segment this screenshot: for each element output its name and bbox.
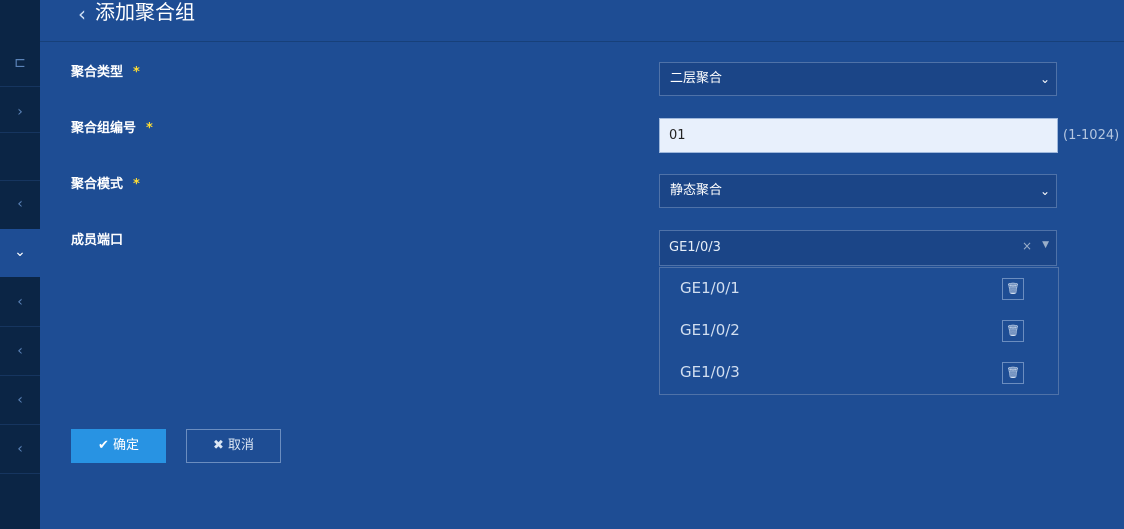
trash-icon[interactable]: 🗑 bbox=[1002, 320, 1024, 342]
members-label: 成员端口 bbox=[71, 233, 124, 248]
trash-icon[interactable]: 🗑 bbox=[1002, 362, 1024, 384]
sidebar: ⊏ › ‹ ⌄ ‹ ‹ ‹ ‹ bbox=[0, 0, 40, 529]
required-star: * bbox=[133, 65, 140, 80]
caret-down-icon[interactable]: ▼ bbox=[1042, 240, 1049, 250]
sidebar-divider bbox=[0, 180, 40, 181]
sidebar-divider bbox=[0, 86, 40, 87]
agg-type-select[interactable]: 二层聚合 ⌄ bbox=[659, 62, 1057, 96]
list-item[interactable]: GE1/0/1 bbox=[680, 279, 740, 297]
group-id-label: 聚合组编号 * bbox=[71, 121, 153, 136]
list-item[interactable]: GE1/0/3 bbox=[680, 363, 740, 381]
sidebar-divider bbox=[0, 132, 40, 133]
chevron-down-icon: ⌄ bbox=[1039, 72, 1050, 86]
required-star: * bbox=[133, 177, 140, 192]
chevron-left-icon[interactable]: ‹ bbox=[78, 2, 86, 26]
grid-icon[interactable]: ⊏ bbox=[0, 55, 40, 71]
page-header: ‹ 添加聚合组 bbox=[40, 0, 1124, 42]
sidebar-item-collapsed[interactable]: ‹ bbox=[0, 294, 40, 310]
member-ports-value: GE1/0/3 bbox=[669, 240, 721, 255]
chevron-right-icon[interactable]: › bbox=[0, 104, 40, 120]
group-id-range-hint: (1-1024) bbox=[1063, 128, 1120, 143]
sidebar-item-collapsed[interactable]: ‹ bbox=[0, 392, 40, 408]
agg-mode-value: 静态聚合 bbox=[670, 183, 723, 198]
clear-icon[interactable]: × bbox=[1022, 239, 1032, 253]
agg-mode-select[interactable]: 静态聚合 ⌄ bbox=[659, 174, 1057, 208]
sidebar-item-collapsed[interactable]: ‹ bbox=[0, 441, 40, 457]
close-icon: ✖ bbox=[213, 438, 224, 453]
sidebar-divider bbox=[0, 375, 40, 376]
sidebar-divider bbox=[0, 326, 40, 327]
chevron-down-icon: ⌄ bbox=[1039, 184, 1050, 198]
sidebar-item-collapsed[interactable]: ‹ bbox=[0, 196, 40, 212]
member-ports-list: GE1/0/1 🗑 GE1/0/2 🗑 GE1/0/3 🗑 bbox=[659, 267, 1059, 395]
sidebar-item-collapsed[interactable]: ‹ bbox=[0, 343, 40, 359]
check-icon: ✔ bbox=[98, 438, 109, 453]
agg-type-label: 聚合类型 * bbox=[71, 65, 140, 80]
page-title: 添加聚合组 bbox=[95, 0, 195, 24]
sidebar-divider bbox=[0, 424, 40, 425]
list-item[interactable]: GE1/0/2 bbox=[680, 321, 740, 339]
agg-mode-label: 聚合模式 * bbox=[71, 177, 140, 192]
trash-icon[interactable]: 🗑 bbox=[1002, 278, 1024, 300]
member-ports-select[interactable]: GE1/0/3 × ▼ bbox=[659, 230, 1057, 266]
cancel-button[interactable]: ✖ 取消 bbox=[186, 429, 281, 463]
sidebar-item-expanded[interactable]: ⌄ bbox=[0, 229, 40, 277]
sidebar-divider bbox=[0, 473, 40, 474]
main-content: ‹ 添加聚合组 聚合类型 * 二层聚合 ⌄ 聚合组编号 * 01 (1-1024) … bbox=[40, 0, 1124, 529]
confirm-button[interactable]: ✔ 确定 bbox=[71, 429, 166, 463]
agg-type-value: 二层聚合 bbox=[670, 71, 723, 86]
group-id-input[interactable]: 01 bbox=[659, 118, 1058, 153]
required-star: * bbox=[146, 121, 153, 136]
